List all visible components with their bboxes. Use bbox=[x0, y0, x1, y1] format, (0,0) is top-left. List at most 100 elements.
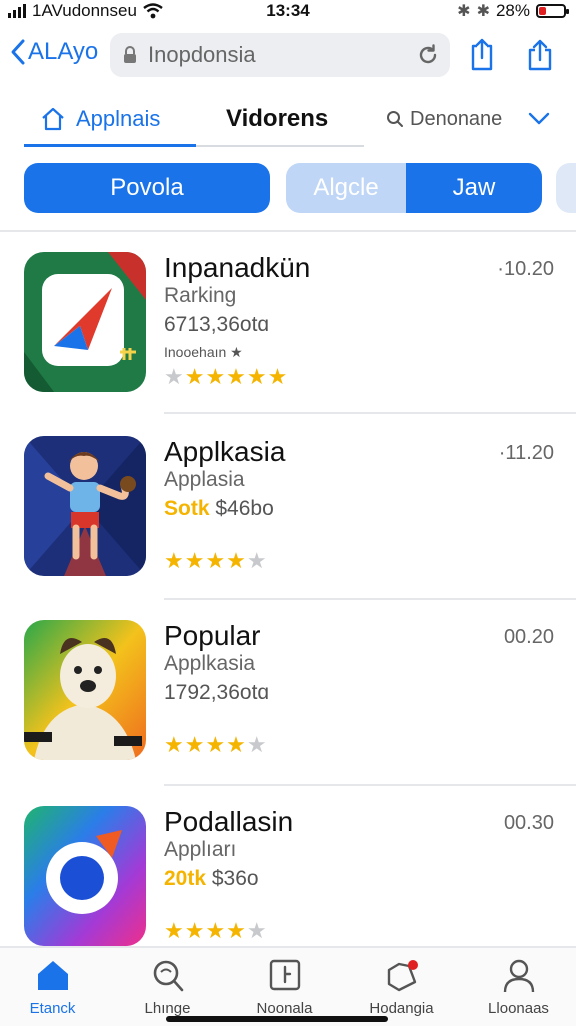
pill-label: Povola bbox=[110, 174, 184, 201]
tab-label: Vidorens bbox=[226, 105, 329, 132]
bottom-tab-lloonaas[interactable]: Lloonaas bbox=[461, 958, 576, 1017]
bottom-tab-label: Hodangia bbox=[369, 1000, 434, 1017]
back-label: ALAyo bbox=[28, 38, 99, 65]
app-meta-highlight: 20tk bbox=[164, 867, 207, 890]
row-divider bbox=[164, 784, 576, 786]
app-price: 00.30 bbox=[503, 812, 554, 834]
app-icon-dog[interactable] bbox=[24, 620, 146, 760]
bookmark-button[interactable] bbox=[464, 36, 500, 74]
bottom-tab-label: Lloonaas bbox=[488, 1000, 549, 1017]
app-developer: Inooehaın ★ bbox=[164, 344, 243, 360]
bottom-tab-hodangia[interactable]: Hodangia bbox=[344, 958, 459, 1017]
url-text: Inopdonsia bbox=[148, 42, 256, 67]
segment-label: Algcle bbox=[313, 174, 379, 201]
tab-label: Denonane bbox=[410, 107, 503, 130]
app-title: Podallasin bbox=[164, 806, 294, 837]
star-icon: ★ bbox=[246, 548, 268, 573]
search-icon bbox=[153, 960, 183, 992]
app-icon-compass[interactable] bbox=[24, 252, 146, 392]
segment-jaw[interactable]: Jaw bbox=[406, 163, 542, 213]
share-doc-icon bbox=[471, 38, 493, 71]
filter-pill-povola[interactable]: Povola bbox=[24, 163, 270, 213]
app-row[interactable]: Inpanadkün Rarking 6713,36otɑ Inooehaın … bbox=[0, 252, 576, 412]
home-indicator bbox=[166, 1016, 388, 1022]
star-icon: ★ bbox=[246, 918, 268, 943]
app-meta-value: $46bo bbox=[215, 497, 274, 520]
chevron-down-icon bbox=[528, 112, 550, 125]
app-title: Applkasia bbox=[164, 436, 286, 467]
segment-algcle[interactable]: Algcle bbox=[286, 163, 406, 213]
app-meta: Sotk $46bo bbox=[164, 497, 274, 521]
app-subtitle: Rarking bbox=[164, 284, 237, 307]
app-title: Inpanadkün bbox=[164, 252, 311, 283]
app-meta-highlight: Sotk bbox=[164, 497, 210, 520]
app-row[interactable]: Podallasin Applıarı 20tk $36o ★★★★★ 00.3… bbox=[0, 806, 576, 966]
tab-underline bbox=[24, 144, 364, 147]
app-meta: 20tk $36o bbox=[164, 867, 259, 891]
bottom-tab-lhinge[interactable]: Lhınge bbox=[110, 958, 225, 1017]
app-rating: ★★★★★ bbox=[164, 732, 268, 758]
home-icon bbox=[37, 961, 68, 990]
app-row[interactable]: Applkasia Applasia Sotk $46bo ★★★★★ ·11.… bbox=[0, 436, 576, 596]
navigation-bar: ALAyo Inopdonsia bbox=[0, 30, 576, 80]
app-price: 00.20 bbox=[503, 626, 554, 648]
tab-vidorens[interactable]: Vidorens bbox=[226, 95, 328, 143]
star-icon: ★ bbox=[164, 364, 185, 389]
bottom-tab-etanck[interactable]: Etanck bbox=[0, 958, 110, 1017]
app-downloads: 1792,36otɑ bbox=[164, 681, 269, 705]
app-downloads-value: 1792,36otɑ bbox=[164, 681, 270, 704]
row-divider bbox=[164, 598, 576, 600]
tab-label: Applnais bbox=[76, 106, 161, 131]
app-meta-value: $36o bbox=[211, 867, 259, 890]
row-divider bbox=[164, 412, 576, 414]
app-downloads: 6713,36otɑ bbox=[164, 313, 269, 337]
app-icon-ring[interactable] bbox=[24, 806, 146, 946]
bottom-tab-bar: Etanck Lhınge Noonala Hodangia Lloonaas bbox=[0, 946, 576, 1026]
star-icon: ★ bbox=[246, 732, 268, 757]
app-icon-character[interactable] bbox=[24, 436, 146, 576]
bottom-tab-label: Etanck bbox=[29, 1000, 76, 1017]
lock-icon bbox=[124, 46, 136, 63]
tab-dropdown[interactable] bbox=[528, 95, 550, 143]
address-bar[interactable]: Inopdonsia bbox=[110, 33, 450, 77]
app-rating: ★★★★★ bbox=[164, 548, 268, 574]
filter-pills: Povola Algcle Jaw bbox=[0, 163, 576, 215]
star-icon: ★★★★ bbox=[164, 918, 247, 943]
home-outline-icon bbox=[42, 107, 64, 131]
app-row[interactable]: Popular Applkasia 1792,36otɑ ★★★★★ 00.20 bbox=[0, 620, 576, 780]
star-icon: ★★★★ bbox=[164, 548, 247, 573]
app-price: ·11.20 bbox=[498, 442, 554, 464]
bottom-tab-label: Noonala bbox=[256, 1000, 313, 1017]
star-icon: ★★★★★ bbox=[184, 364, 289, 389]
tab-applnais[interactable]: Applnais bbox=[40, 95, 160, 143]
search-icon bbox=[387, 111, 403, 127]
bottom-tab-noonala[interactable]: Noonala bbox=[227, 958, 342, 1017]
app-subtitle: Applıarı bbox=[164, 838, 237, 861]
app-title: Popular bbox=[164, 620, 261, 651]
back-button[interactable]: ALAyo bbox=[10, 38, 98, 66]
bell-icon bbox=[387, 960, 418, 992]
app-price: ·10.20 bbox=[497, 258, 554, 280]
app-rating: ★★★★★ bbox=[164, 918, 268, 944]
section-divider bbox=[0, 230, 576, 232]
share-button[interactable] bbox=[522, 36, 558, 74]
reload-icon[interactable] bbox=[416, 43, 440, 67]
bluetooth-icon: ✱ bbox=[457, 3, 471, 20]
star-icon: ★★★★ bbox=[164, 732, 247, 757]
tab-denonane[interactable]: Denonane bbox=[386, 95, 502, 143]
segment-label: Jaw bbox=[452, 174, 496, 201]
bluetooth-icon-secondary: ✱ bbox=[476, 3, 490, 20]
chevron-left-icon bbox=[11, 39, 25, 65]
segmented-control: Algcle Jaw bbox=[286, 163, 542, 213]
app-rating: ★★★★★★ bbox=[164, 364, 288, 390]
battery-percent: 28% bbox=[495, 1, 530, 20]
tab-active-indicator bbox=[24, 144, 196, 147]
app-downloads-value: 6713,36otɑ bbox=[164, 313, 270, 336]
battery-fill bbox=[539, 7, 547, 15]
app-subtitle: Applkasia bbox=[164, 652, 256, 675]
filter-pill-more[interactable] bbox=[556, 163, 576, 213]
battery-icon bbox=[536, 4, 569, 18]
category-tabs: Applnais Vidorens Denonane bbox=[0, 95, 576, 151]
apps-icon bbox=[269, 959, 300, 991]
bottom-tab-label: Lhınge bbox=[144, 1000, 191, 1017]
